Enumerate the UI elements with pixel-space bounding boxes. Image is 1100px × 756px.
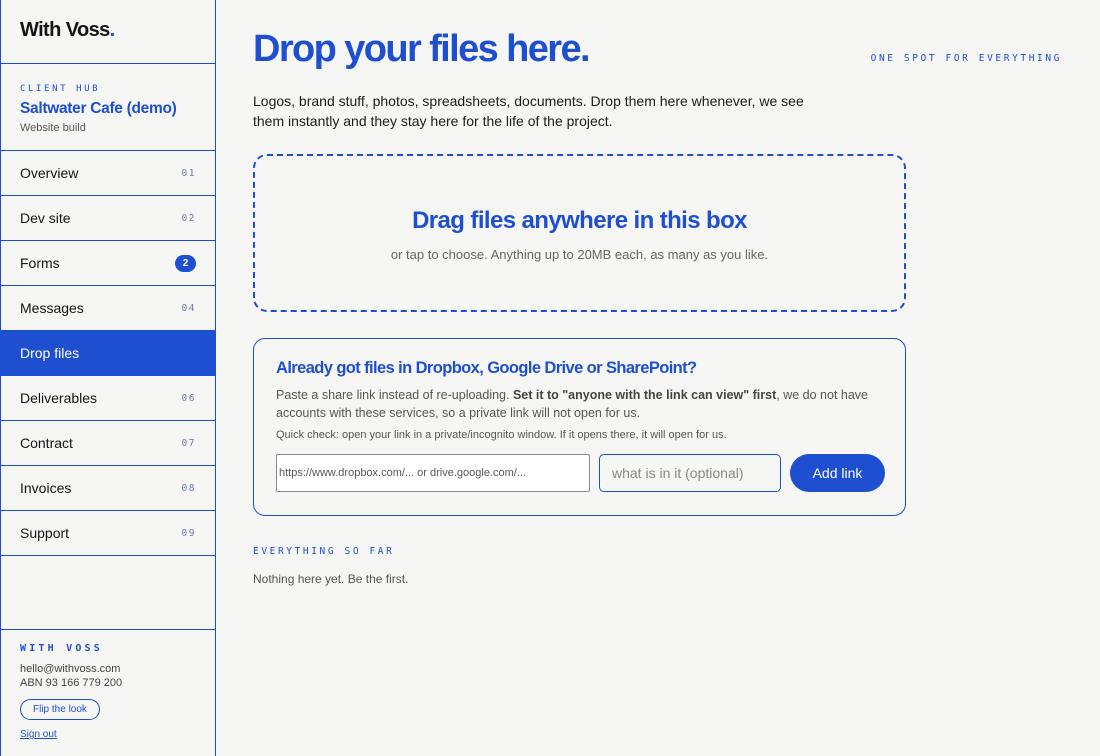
sidebar-item-support[interactable]: Support 09	[1, 511, 215, 556]
share-link-panel: Already got files in Dropbox, Google Dri…	[253, 338, 906, 516]
sidebar-item-label: Drop files	[20, 345, 80, 361]
sidebar-item-label: Deliverables	[20, 390, 98, 406]
flip-the-look-button[interactable]: Flip the look	[20, 699, 100, 720]
forms-count-badge: 2	[175, 254, 196, 272]
share-link-check-hint: Quick check: open your link in a private…	[276, 429, 727, 441]
main-content: Drop your files here. ONE SPOT FOR EVERY…	[216, 0, 1100, 756]
sidebar-item-contract[interactable]: Contract 07	[1, 421, 215, 466]
footer-email: hello@withvoss.com	[20, 663, 121, 675]
client-hub-kicker: CLIENT HUB	[20, 84, 101, 94]
brand-logo[interactable]: With Voss.	[1, 0, 215, 64]
sidebar-item-messages[interactable]: Messages 04	[1, 286, 215, 331]
files-list-empty-state: Nothing here yet. Be the first.	[253, 572, 409, 586]
sidebar-item-number: 04	[181, 302, 196, 314]
sidebar-item-deliverables[interactable]: Deliverables 06	[1, 376, 215, 421]
share-link-text-bold: Set it to "anyone with the link can view…	[512, 388, 777, 402]
sidebar-item-number: 08	[181, 482, 196, 494]
files-list-heading: EVERYTHING SO FAR	[253, 546, 395, 557]
brand-name: With Voss	[20, 19, 110, 41]
sidebar-item-label: Messages	[20, 300, 84, 316]
sidebar-item-label: Contract	[20, 435, 73, 451]
sidebar-footer: WITH VOSS hello@withvoss.com ABN 93 166 …	[1, 629, 215, 756]
sidebar-item-label: Invoices	[20, 480, 72, 496]
dropzone-title: Drag files anywhere in this box	[412, 207, 747, 234]
sign-out-link[interactable]: Sign out	[20, 729, 215, 740]
sidebar-item-dev-site[interactable]: Dev site 02	[1, 196, 215, 241]
page-title: Drop your files here.	[253, 28, 591, 70]
add-link-button[interactable]: Add link	[790, 454, 885, 492]
footer-abn: ABN 93 166 779 200	[20, 677, 123, 689]
sidebar-nav: Overview 01 Dev site 02 Forms 2 Messages…	[1, 151, 215, 556]
share-link-description: Paste a share link instead of re-uploadi…	[276, 386, 876, 422]
sidebar-item-label: Support	[20, 525, 70, 541]
share-link-form: Add link	[276, 454, 885, 492]
page-tagline: ONE SPOT FOR EVERYTHING	[870, 53, 1062, 64]
sidebar-item-drop-files[interactable]: Drop files	[1, 331, 215, 376]
client-info: CLIENT HUB Saltwater Cafe (demo) Website…	[1, 64, 215, 151]
sidebar-item-number: 01	[181, 167, 196, 179]
sidebar-item-number: 07	[181, 437, 196, 449]
share-url-input[interactable]	[276, 454, 590, 492]
sidebar-item-number: 09	[181, 527, 196, 539]
file-dropzone[interactable]: Drag files anywhere in this box or tap t…	[253, 154, 906, 312]
sidebar-item-forms[interactable]: Forms 2	[1, 241, 215, 286]
page-intro: Logos, brand stuff, photos, spreadsheets…	[253, 93, 804, 129]
share-link-text-before: Paste a share link instead of re-uploadi…	[276, 388, 513, 402]
project-name: Website build	[20, 122, 86, 134]
sidebar: With Voss. CLIENT HUB Saltwater Cafe (de…	[0, 0, 216, 756]
sidebar-item-label: Dev site	[20, 210, 71, 226]
footer-kicker: WITH VOSS	[20, 643, 103, 654]
sidebar-item-invoices[interactable]: Invoices 08	[1, 466, 215, 511]
sidebar-item-label: Forms	[20, 255, 60, 271]
sidebar-item-number: 02	[181, 212, 196, 224]
link-description-input[interactable]	[599, 454, 781, 492]
client-name: Saltwater Cafe (demo)	[20, 100, 177, 117]
share-link-title: Already got files in Dropbox, Google Dri…	[276, 359, 697, 377]
dropzone-subtitle: or tap to choose. Anything up to 20MB ea…	[390, 247, 769, 262]
sidebar-item-overview[interactable]: Overview 01	[1, 151, 215, 196]
brand-dot: .	[109, 19, 116, 41]
sidebar-item-label: Overview	[20, 165, 79, 181]
sidebar-item-number: 06	[181, 392, 196, 404]
